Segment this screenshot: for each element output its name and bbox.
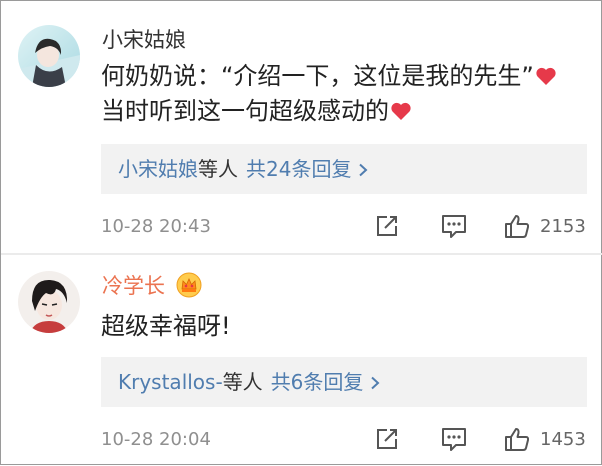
heart-icon <box>391 102 411 120</box>
comment-item: 小宋姑娘 何奶奶说：“介绍一下，这位是我的先生” 当时听到这一句超级感动的 小宋… <box>1 1 602 253</box>
timestamp: 10-28 20:43 <box>101 216 211 237</box>
comment-icon[interactable] <box>440 213 468 239</box>
comment-text-line: 何奶奶说：“介绍一下，这位是我的先生” <box>101 61 557 91</box>
comment-item: 冷学长 超级幸福呀! Krystallos-等人 共6条回复 10-28 20:0… <box>1 255 602 466</box>
comment-text: 当时听到这一句超级感动的 <box>101 97 389 125</box>
comment-text: 超级幸福呀! <box>101 312 231 340</box>
share-icon[interactable] <box>374 426 400 452</box>
reply-etc-label: 等人 <box>222 370 263 394</box>
like-icon[interactable] <box>504 426 530 452</box>
avatar[interactable] <box>18 25 80 87</box>
replies-preview[interactable]: 小宋姑娘等人 共24条回复 <box>101 144 587 194</box>
comment-icon[interactable] <box>440 426 468 452</box>
chevron-right-icon <box>359 163 368 177</box>
chevron-right-icon <box>371 376 380 390</box>
avatar[interactable] <box>18 271 80 333</box>
reply-count-link[interactable]: 共24条回复 <box>246 157 351 181</box>
comment-text-line: 超级幸福呀! <box>101 311 231 341</box>
comment-text-line: 当时听到这一句超级感动的 <box>101 96 412 126</box>
reply-user-link[interactable]: Krystallos- <box>118 370 223 394</box>
replies-preview[interactable]: Krystallos-等人 共6条回复 <box>101 357 587 407</box>
username[interactable]: 小宋姑娘 <box>102 27 186 53</box>
comment-list: 小宋姑娘 何奶奶说：“介绍一下，这位是我的先生” 当时听到这一句超级感动的 小宋… <box>0 0 602 465</box>
vip-crown-badge <box>176 272 202 298</box>
reply-count-link[interactable]: 共6条回复 <box>271 370 364 394</box>
username[interactable]: 冷学长 <box>102 273 165 299</box>
timestamp: 10-28 20:04 <box>101 429 211 450</box>
reply-user-link[interactable]: 小宋姑娘 <box>118 157 198 181</box>
like-icon[interactable] <box>504 213 530 239</box>
like-count: 1453 <box>540 429 586 450</box>
share-icon[interactable] <box>374 213 400 239</box>
heart-icon <box>536 67 556 85</box>
reply-etc-label: 等人 <box>198 157 238 181</box>
like-count: 2153 <box>540 216 586 237</box>
comment-text: 何奶奶说：“介绍一下，这位是我的先生” <box>101 62 534 90</box>
